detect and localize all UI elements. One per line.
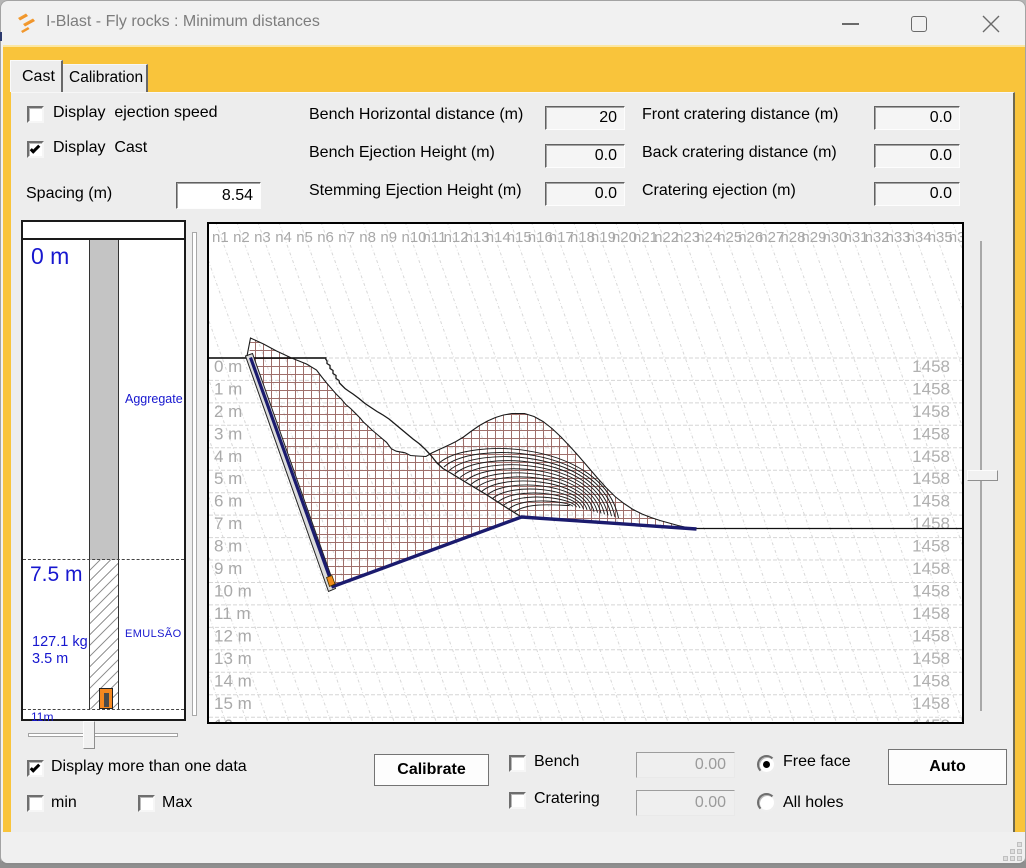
svg-text:8 m: 8 m bbox=[214, 537, 242, 556]
svg-text:11 m: 11 m bbox=[214, 604, 251, 623]
svg-text:n3: n3 bbox=[254, 229, 271, 246]
svg-text:n7: n7 bbox=[338, 229, 355, 246]
svg-text:1458: 1458 bbox=[912, 514, 950, 533]
svg-text:n2: n2 bbox=[233, 229, 250, 246]
svg-text:1458: 1458 bbox=[912, 402, 950, 421]
svg-text:1458: 1458 bbox=[912, 582, 950, 601]
svg-text:1 m: 1 m bbox=[214, 379, 242, 398]
svg-text:7 m: 7 m bbox=[214, 514, 242, 533]
svg-text:n8: n8 bbox=[359, 229, 376, 246]
svg-text:4 m: 4 m bbox=[214, 447, 242, 466]
svg-text:2 m: 2 m bbox=[214, 402, 242, 421]
svg-text:10 m: 10 m bbox=[214, 582, 252, 601]
svg-text:1458: 1458 bbox=[912, 694, 950, 713]
svg-text:1458: 1458 bbox=[912, 492, 950, 511]
svg-text:1458: 1458 bbox=[912, 671, 950, 690]
svg-text:15 m: 15 m bbox=[214, 694, 252, 713]
svg-text:3 m: 3 m bbox=[214, 424, 242, 443]
svg-text:1458: 1458 bbox=[912, 424, 950, 443]
svg-text:n4: n4 bbox=[275, 229, 292, 246]
svg-text:1458: 1458 bbox=[912, 649, 950, 668]
svg-text:1458: 1458 bbox=[912, 357, 950, 376]
svg-text:5 m: 5 m bbox=[214, 469, 242, 488]
svg-text:1458: 1458 bbox=[912, 447, 950, 466]
svg-text:1458: 1458 bbox=[912, 604, 950, 623]
svg-text:1458: 1458 bbox=[912, 626, 950, 645]
svg-text:12 m: 12 m bbox=[214, 626, 252, 645]
svg-text:9 m: 9 m bbox=[214, 559, 242, 578]
svg-text:13 m: 13 m bbox=[214, 649, 252, 668]
svg-text:0 m: 0 m bbox=[214, 357, 242, 376]
svg-text:n5: n5 bbox=[296, 229, 313, 246]
svg-text:n6: n6 bbox=[317, 229, 334, 246]
svg-text:n9: n9 bbox=[380, 229, 397, 246]
svg-text:14 m: 14 m bbox=[214, 671, 252, 690]
svg-text:1458: 1458 bbox=[912, 379, 950, 398]
svg-text:6 m: 6 m bbox=[214, 492, 242, 511]
svg-text:1458: 1458 bbox=[912, 469, 950, 488]
svg-text:1458: 1458 bbox=[912, 537, 950, 556]
svg-text:n36: n36 bbox=[948, 229, 963, 246]
svg-text:1458: 1458 bbox=[912, 559, 950, 578]
svg-text:n1: n1 bbox=[212, 229, 229, 246]
